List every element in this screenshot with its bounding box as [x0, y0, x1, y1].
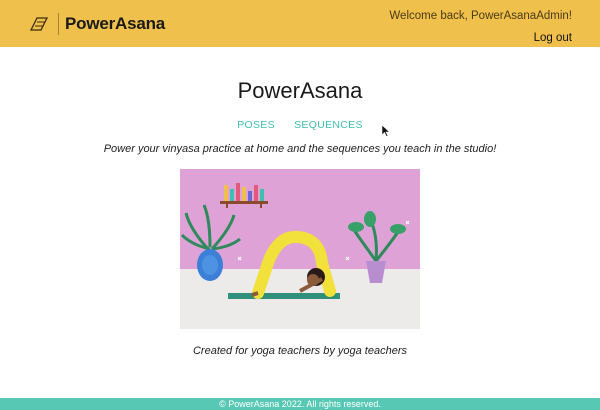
brand-divider: [58, 12, 59, 35]
copyright-text: © PowerAsana 2022. All rights reserved.: [219, 399, 381, 409]
logout-link[interactable]: Log out: [389, 31, 572, 45]
page-title: PowerAsana: [237, 78, 363, 103]
main-content: PowerAsana POSES SEQUENCES Power your vi…: [0, 47, 600, 357]
welcome-message: Welcome back, PowerAsanaAdmin!: [389, 10, 572, 22]
nav-link-sequences[interactable]: SEQUENCES: [294, 119, 363, 131]
nav-link-poses[interactable]: POSES: [237, 119, 275, 131]
brand[interactable]: PowerAsana: [28, 12, 165, 35]
user-menu: Welcome back, PowerAsanaAdmin! Log out: [389, 9, 572, 45]
tagline: Power your vinyasa practice at home and …: [103, 143, 497, 155]
yoga-illustration: [180, 169, 420, 329]
footer: © PowerAsana 2022. All rights reserved.: [0, 398, 600, 410]
top-navbar: PowerAsana Welcome back, PowerAsanaAdmin…: [0, 0, 600, 47]
main-nav: POSES SEQUENCES: [0, 119, 600, 131]
mouse-cursor-icon: [381, 124, 390, 137]
brand-name[interactable]: PowerAsana: [65, 14, 165, 34]
yoga-mat-icon: [29, 16, 49, 31]
credit-text: Created for yoga teachers by yoga teache…: [192, 345, 407, 357]
